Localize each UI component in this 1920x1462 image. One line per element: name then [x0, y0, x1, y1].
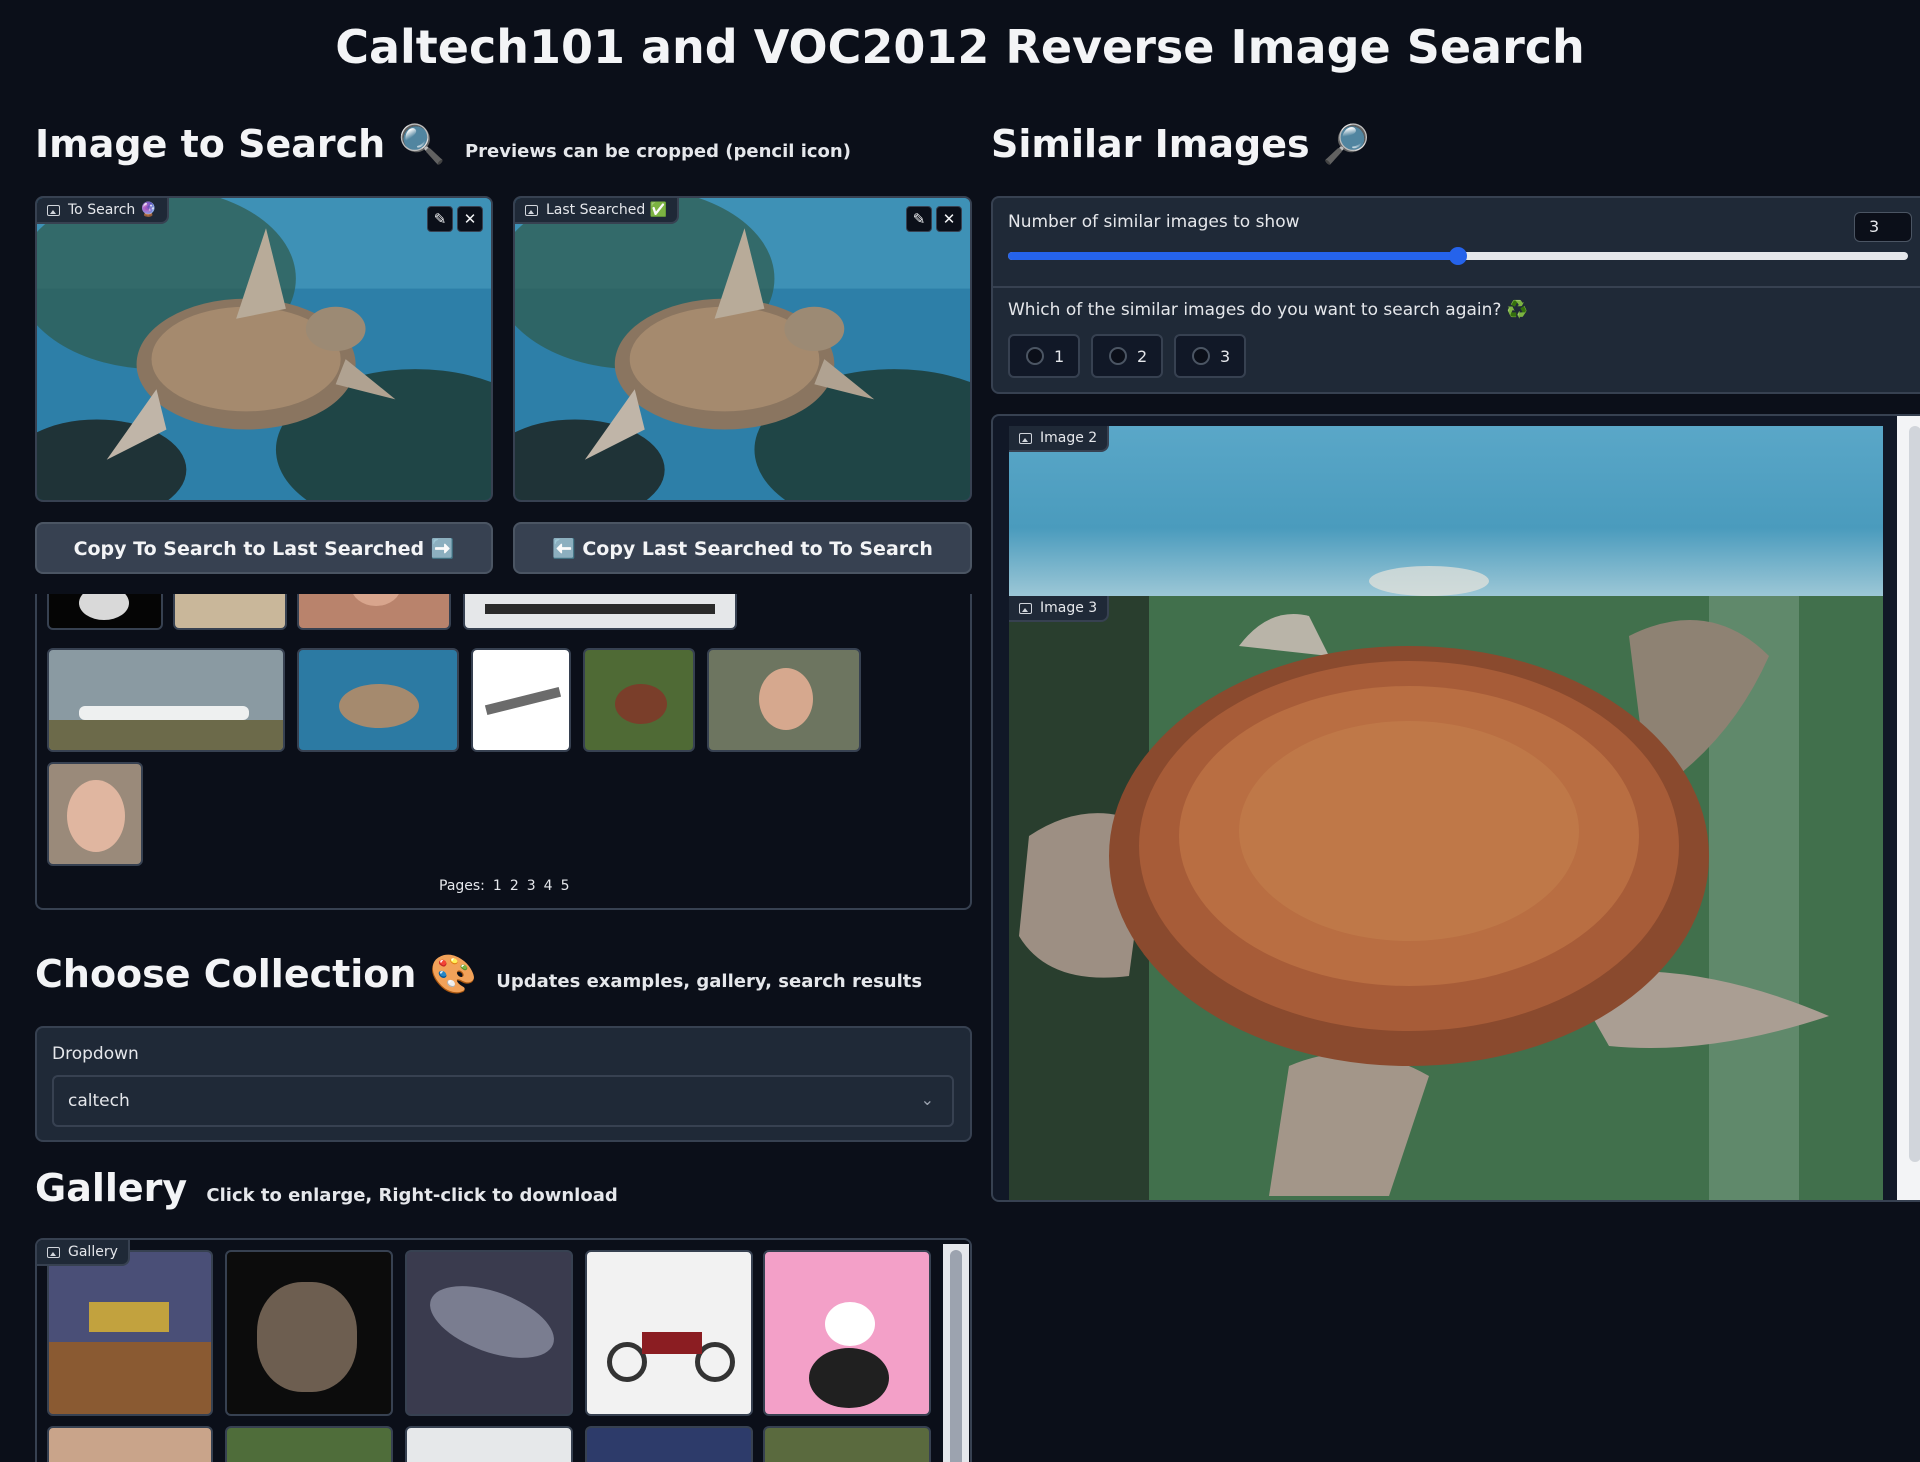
- collection-select[interactable]: caltech ⌄: [52, 1075, 954, 1127]
- gallery-thumbnail[interactable]: [405, 1250, 573, 1416]
- gallery-thumbnail[interactable]: [47, 1426, 213, 1462]
- gallery-label-text: Gallery: [68, 1244, 118, 1260]
- gallery-thumbnail[interactable]: [225, 1426, 393, 1462]
- page-link-1[interactable]: 1: [493, 878, 502, 894]
- radio-dot: [1109, 347, 1127, 365]
- pages-label: Pages:: [439, 878, 485, 894]
- gallery-scrollbar[interactable]: [943, 1244, 969, 1462]
- image-icon: [525, 204, 538, 216]
- similar-image-3[interactable]: Image 3: [1009, 596, 1883, 1200]
- pencil-icon[interactable]: ✎: [906, 206, 932, 232]
- to-search-label: To Search 🔮: [37, 198, 170, 224]
- slider-track[interactable]: [1008, 247, 1908, 265]
- collection-section-subtitle: Updates examples, gallery, search result…: [496, 971, 923, 992]
- similar-images-panel: Image 2 Image 3: [991, 414, 1920, 1202]
- radio-label: 1: [1054, 346, 1065, 366]
- gallery-section-subtitle: Click to enlarge, Right-click to downloa…: [206, 1185, 618, 1206]
- gallery-thumbnail[interactable]: [763, 1426, 931, 1462]
- similar-section-title: Similar Images: [991, 122, 1310, 166]
- collection-section-title: Choose Collection: [35, 952, 417, 996]
- slider-fill: [1008, 252, 1458, 260]
- search-section-title: Image to Search: [35, 122, 386, 166]
- slider-label: Number of similar images to show: [1008, 212, 1300, 232]
- radio-option-3[interactable]: 3: [1174, 334, 1246, 378]
- chevron-down-icon: ⌄: [920, 1090, 934, 1109]
- radio-label: 2: [1137, 346, 1148, 366]
- slider-number-input[interactable]: 3: [1854, 212, 1912, 242]
- page-link-5[interactable]: 5: [561, 878, 570, 894]
- example-thumbnail[interactable]: [173, 594, 287, 630]
- gallery-thumbnail[interactable]: [225, 1250, 393, 1416]
- radio-dot: [1026, 347, 1044, 365]
- example-thumbnail[interactable]: [463, 594, 737, 630]
- copy-last-searched-to-search-button[interactable]: ⬅️ Copy Last Searched to To Search: [513, 522, 972, 574]
- pencil-icon[interactable]: ✎: [427, 206, 453, 232]
- example-thumbnail[interactable]: [707, 648, 861, 752]
- examples-pagination: Pages: 1 2 3 4 5: [439, 878, 570, 894]
- sea-turtle-image: [515, 198, 970, 500]
- example-thumbnail[interactable]: [297, 648, 459, 752]
- dropdown-label: Dropdown: [52, 1044, 139, 1064]
- magnifier-icon: 🔍: [398, 122, 446, 166]
- gallery-panel: Gallery: [35, 1238, 972, 1462]
- palette-icon: 🎨: [429, 952, 478, 996]
- image-3-label-text: Image 3: [1040, 600, 1098, 616]
- close-icon[interactable]: ✕: [457, 206, 483, 232]
- page-link-2[interactable]: 2: [510, 878, 519, 894]
- example-thumbnail[interactable]: [47, 648, 285, 752]
- collection-select-value: caltech: [68, 1091, 130, 1111]
- copy-to-last-searched-button[interactable]: Copy To Search to Last Searched ➡️: [35, 522, 493, 574]
- image-icon: [47, 204, 60, 216]
- image-2-label-text: Image 2: [1040, 430, 1098, 446]
- search-section-heading: Image to Search 🔍 Previews can be croppe…: [35, 122, 851, 167]
- collection-section-heading: Choose Collection 🎨 Updates examples, ga…: [35, 952, 922, 997]
- page-link-3[interactable]: 3: [527, 878, 536, 894]
- image-2-label: Image 2: [1009, 426, 1110, 452]
- radio-label: 3: [1220, 346, 1231, 366]
- app-title: Caltech101 and VOC2012 Reverse Image Sea…: [335, 20, 1585, 74]
- last-searched-label-text: Last Searched ✅: [546, 202, 668, 218]
- gallery-section-heading: Gallery Click to enlarge, Right-click to…: [35, 1166, 618, 1210]
- similar-image-2[interactable]: Image 2: [1009, 426, 1883, 596]
- image-icon: [1019, 432, 1032, 444]
- gallery-section-title: Gallery: [35, 1166, 188, 1210]
- last-searched-label: Last Searched ✅: [515, 198, 680, 224]
- example-thumbnail[interactable]: [47, 762, 143, 866]
- gallery-thumbnail[interactable]: [585, 1426, 753, 1462]
- gallery-thumbnail[interactable]: [405, 1426, 573, 1462]
- last-searched-image-panel[interactable]: Last Searched ✅ ✎ ✕: [513, 196, 972, 502]
- radio-dot: [1192, 347, 1210, 365]
- to-search-image-panel[interactable]: To Search 🔮 ✎ ✕: [35, 196, 493, 502]
- image-icon: [47, 1246, 60, 1258]
- radio-option-2[interactable]: 2: [1091, 334, 1163, 378]
- example-thumbnail[interactable]: [297, 594, 451, 630]
- gallery-thumbnail[interactable]: [763, 1250, 931, 1416]
- slider-handle[interactable]: [1449, 247, 1467, 265]
- radio-option-1[interactable]: 1: [1008, 334, 1080, 378]
- search-again-label: Which of the similar images do you want …: [1008, 300, 1528, 320]
- example-thumbnail[interactable]: [47, 594, 163, 630]
- similar-section-heading: Similar Images 🔎: [991, 122, 1370, 167]
- image-3-label: Image 3: [1009, 596, 1110, 622]
- gallery-label: Gallery: [37, 1240, 130, 1266]
- page-link-4[interactable]: 4: [544, 878, 553, 894]
- gallery-thumbnail[interactable]: [585, 1250, 753, 1416]
- close-icon[interactable]: ✕: [936, 206, 962, 232]
- sea-turtle-image: [37, 198, 491, 500]
- similar-images-scrollbar[interactable]: [1897, 416, 1920, 1200]
- example-thumbnail[interactable]: [583, 648, 695, 752]
- image-icon: [1019, 602, 1032, 614]
- gallery-thumbnail[interactable]: [47, 1250, 213, 1416]
- search-section-subtitle: Previews can be cropped (pencil icon): [464, 141, 851, 162]
- magnifier-icon: 🔎: [1322, 122, 1371, 166]
- example-thumbnail[interactable]: [471, 648, 571, 752]
- to-search-label-text: To Search 🔮: [68, 202, 158, 218]
- examples-panel: Pages: 1 2 3 4 5: [35, 594, 972, 910]
- sea-turtle-closeup-image: [1009, 596, 1883, 1200]
- divider: [993, 286, 1920, 288]
